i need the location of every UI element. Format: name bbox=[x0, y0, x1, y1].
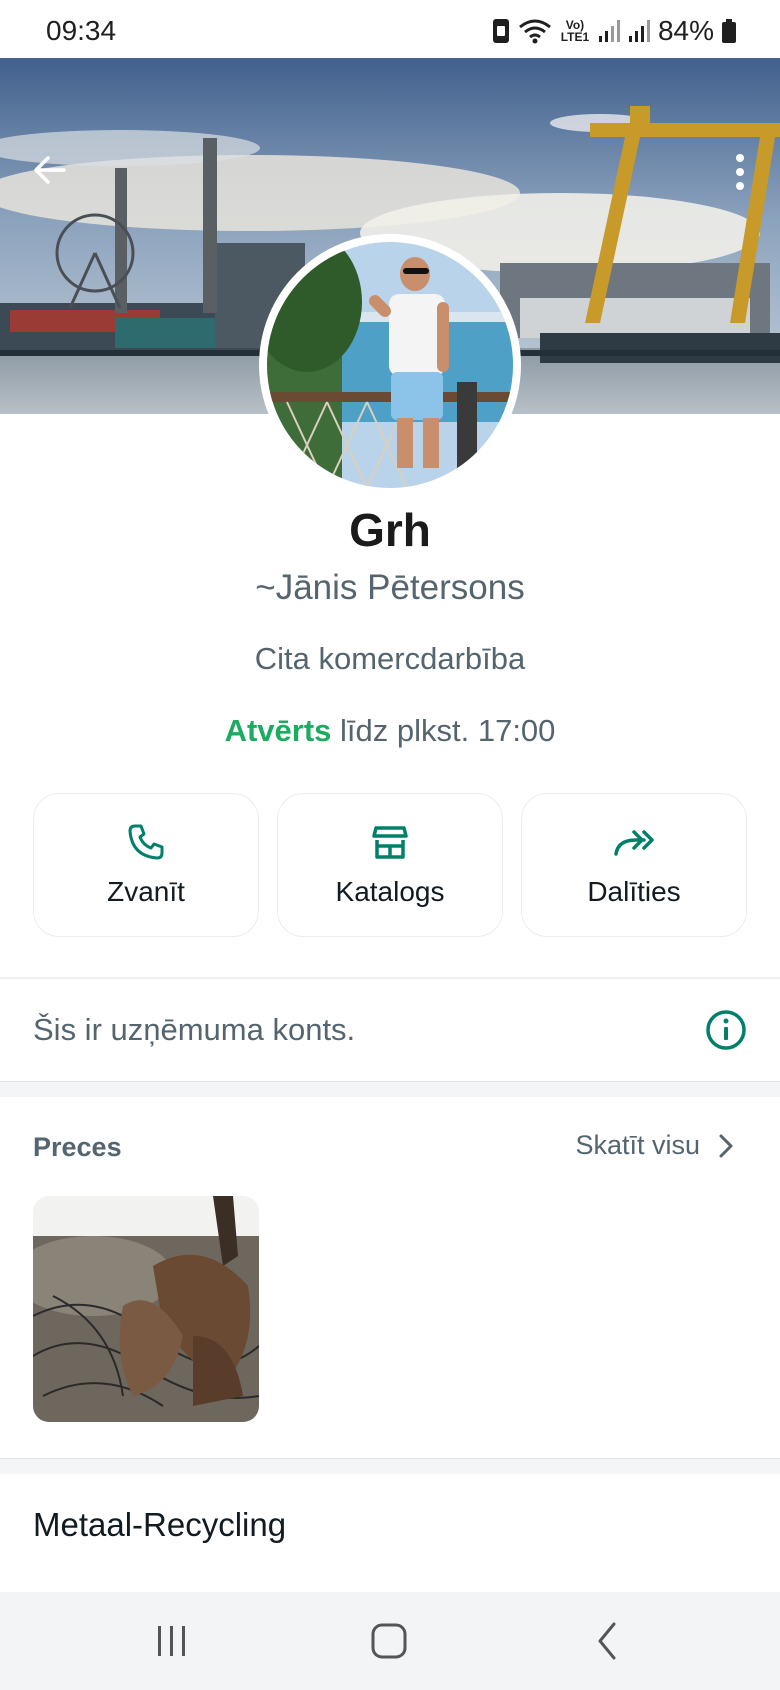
business-account-row[interactable]: Šis ir uzņēmuma konts. bbox=[0, 980, 780, 1080]
home-button[interactable] bbox=[364, 1616, 414, 1666]
product-thumbnail[interactable] bbox=[33, 1196, 259, 1422]
signal-icon bbox=[598, 20, 620, 42]
business-name: Grh bbox=[349, 504, 431, 556]
share-button[interactable]: Dalīties bbox=[521, 793, 747, 937]
action-buttons: Zvanīt Katalogs Dalīties bbox=[33, 793, 747, 937]
products-section: Preces Skatīt visu bbox=[0, 1098, 780, 1458]
call-label: Zvanīt bbox=[107, 876, 185, 907]
system-nav-bar bbox=[0, 1592, 780, 1690]
more-options-button[interactable] bbox=[718, 148, 762, 196]
home-icon bbox=[371, 1623, 407, 1659]
storefront-icon bbox=[372, 826, 408, 859]
chevron-right-icon bbox=[719, 1134, 733, 1157]
catalog-button[interactable]: Katalogs bbox=[277, 793, 503, 937]
share-forward-icon bbox=[614, 830, 654, 856]
battery-icon bbox=[722, 19, 736, 43]
hours-detail: līdz plkst. 17:00 bbox=[331, 713, 556, 748]
phone-icon bbox=[128, 824, 164, 860]
status-icons: Vo) LTE1 84% bbox=[492, 14, 736, 48]
back-nav-button[interactable] bbox=[584, 1616, 634, 1666]
battery-percent: 84% bbox=[657, 15, 714, 46]
recents-button[interactable] bbox=[146, 1616, 196, 1666]
volte-icon: Vo) LTE1 bbox=[560, 18, 590, 44]
business-account-text: Šis ir uzņēmuma konts. bbox=[33, 1012, 356, 1047]
products-title: Preces bbox=[33, 1132, 122, 1162]
share-label: Dalīties bbox=[587, 876, 681, 907]
catalog-label: Katalogs bbox=[335, 876, 445, 907]
recents-icon bbox=[158, 1626, 185, 1656]
business-description: Metaal-Recycling bbox=[33, 1506, 287, 1543]
section-separator bbox=[0, 1081, 780, 1097]
wifi-icon bbox=[519, 19, 551, 44]
hours-status: Atvērts bbox=[224, 713, 332, 748]
see-all-label: Skatīt visu bbox=[575, 1130, 700, 1160]
back-chevron-icon bbox=[598, 1622, 616, 1660]
info-icon bbox=[706, 1010, 746, 1050]
divider bbox=[0, 977, 780, 979]
signal-icon bbox=[628, 20, 650, 42]
profile-avatar[interactable] bbox=[259, 234, 521, 496]
status-time: 09:34 bbox=[46, 15, 117, 46]
section-separator bbox=[0, 1458, 780, 1474]
business-hours[interactable]: Atvērts līdz plkst. 17:00 bbox=[0, 713, 780, 749]
info-button[interactable] bbox=[704, 1008, 748, 1052]
back-button[interactable] bbox=[28, 148, 72, 192]
status-bar: 09:34 Vo) LTE1 84% bbox=[0, 0, 780, 58]
push-name: ~Jānis Pētersons bbox=[255, 568, 525, 607]
call-button[interactable]: Zvanīt bbox=[33, 793, 259, 937]
sim-icon bbox=[492, 19, 509, 43]
more-vert-icon bbox=[736, 154, 744, 190]
arrow-left-icon bbox=[34, 156, 66, 184]
see-all-link[interactable]: Skatīt visu bbox=[575, 1130, 734, 1161]
business-category: Cita komercdarbība bbox=[254, 641, 526, 676]
